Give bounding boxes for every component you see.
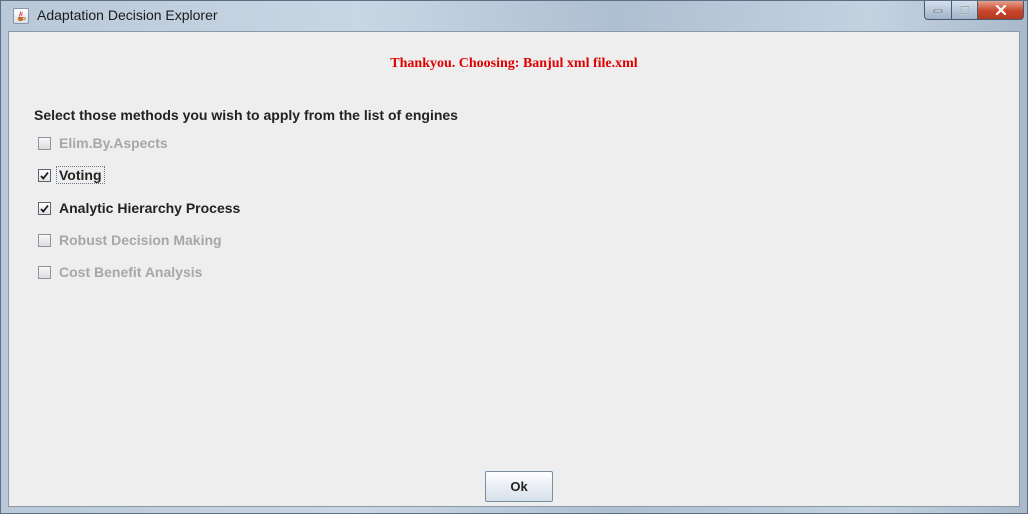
checkmark-icon [40, 204, 49, 213]
method-checkbox[interactable] [38, 233, 51, 247]
method-label: Analytic Hierarchy Process [59, 200, 241, 216]
minimize-button[interactable] [924, 1, 952, 20]
method-label: Robust Decision Making [59, 232, 222, 248]
method-label: Cost Benefit Analysis [59, 264, 203, 280]
method-option-robust-decision-making[interactable]: Robust Decision Making [38, 230, 224, 250]
method-option-elim-by-aspects[interactable]: Elim.By.Aspects [38, 133, 170, 153]
dialog-content: Thankyou. Choosing: Banjul xml file.xml … [8, 31, 1020, 507]
dialog-window: Adaptation Decision Explorer Thankyou. C… [0, 0, 1028, 514]
status-message: Thankyou. Choosing: Banjul xml file.xml [390, 56, 638, 71]
method-checkbox[interactable] [38, 265, 51, 279]
checkmark-icon [40, 171, 49, 180]
method-option-voting[interactable]: Voting [38, 165, 105, 185]
method-label: Voting [56, 166, 105, 184]
method-label: Elim.By.Aspects [59, 135, 168, 151]
method-checkbox[interactable] [38, 201, 51, 215]
window-title: Adaptation Decision Explorer [37, 7, 218, 23]
java-cup-icon[interactable] [13, 8, 29, 24]
method-option-analytic-hierarchy-process[interactable]: Analytic Hierarchy Process [38, 198, 242, 218]
window-controls [924, 1, 1024, 21]
close-icon [995, 5, 1006, 15]
maximize-button[interactable] [952, 1, 978, 20]
method-option-cost-benefit-analysis[interactable]: Cost Benefit Analysis [38, 262, 204, 282]
method-checkbox[interactable] [38, 136, 51, 150]
instruction-label: Select those methods you wish to apply f… [34, 107, 458, 123]
minimize-icon [933, 9, 943, 13]
method-checkbox[interactable] [38, 168, 51, 182]
maximize-icon [959, 5, 970, 15]
ok-button[interactable]: Ok [485, 471, 553, 502]
title-bar[interactable]: Adaptation Decision Explorer [1, 1, 1027, 31]
close-button[interactable] [978, 1, 1024, 20]
